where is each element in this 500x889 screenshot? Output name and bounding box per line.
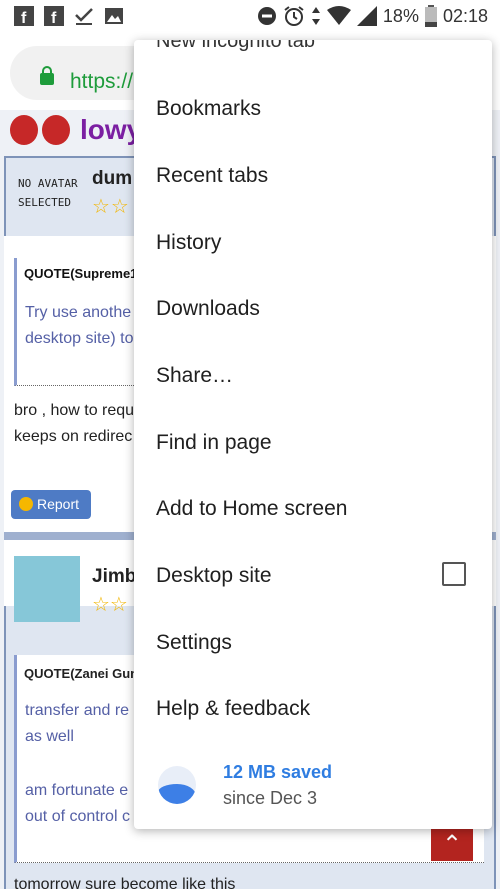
post-text: tomorrow sure become like this [14,876,236,889]
menu-item-label: Desktop site [156,564,272,587]
battery-icon [424,5,437,27]
system-status: 18% 02:18 [257,5,488,27]
wifi-icon [326,6,351,25]
quote-header: QUOTE(Supreme1 [24,266,138,281]
menu-item-recent-tabs[interactable]: Recent tabs [134,142,492,209]
facebook-icon: f [44,6,64,26]
quote-line: as well [25,728,74,745]
scroll-to-top-button[interactable]: ⌃ [431,829,473,861]
image-icon [105,8,123,24]
rank-stars: ☆☆ [92,196,130,218]
menu-item-label: Find in page [156,431,272,454]
url-text[interactable]: https:// [70,70,133,94]
quote-line: transfer and re [25,702,130,719]
facebook-icon: f [14,6,34,26]
menu-item-label: Settings [156,631,232,654]
data-saver-title: 12 MB saved [223,762,333,782]
quote-text: transfer and re as well [25,698,129,750]
data-saver-summary[interactable]: 12 MB saved since Dec 3 [134,752,492,829]
svg-text:f: f [21,10,27,26]
svg-text:f: f [51,10,57,26]
quote-line: out of control c [25,808,130,825]
menu-item-help-feedback[interactable]: Help & feedback [134,675,492,742]
quote-line: desktop site) to [25,330,134,347]
menu-item-label: Bookmarks [156,97,262,120]
warning-icon [19,497,33,511]
quote-text: am fortunate e out of control c [25,778,130,830]
rank-stars: ☆☆ [92,594,128,616]
no-avatar-line2: SELECTED [18,196,71,209]
quote-text: Try use anothe desktop site) to [25,300,134,352]
clock: 02:18 [442,5,488,26]
status-bar: f f 18% 02:18 [0,0,500,36]
menu-item-label: Recent tabs [156,164,269,187]
menu-item-share[interactable]: Share… [134,342,492,409]
site-logo[interactable]: lowy [10,114,142,146]
quote-header: QUOTE(Zanei Gun [24,666,139,681]
menu-item-find-in-page[interactable]: Find in page [134,409,492,476]
report-label: Report [37,496,80,512]
menu-item-settings[interactable]: Settings [134,609,492,676]
avatar[interactable] [14,556,80,622]
menu-item-add-to-home-screen[interactable]: Add to Home screen [134,475,492,542]
menu-item-label: Add to Home screen [156,497,348,520]
logo-text: lowy [80,114,143,145]
post-text: bro , how to requ keeps on redirec [14,398,134,450]
report-button[interactable]: Report [11,490,91,519]
menu-item-history[interactable]: History [134,209,492,276]
signal-icon [356,6,377,26]
desktop-site-checkbox[interactable] [442,562,466,586]
quote-line: Try use anothe [25,304,132,321]
quote-line: am fortunate e [25,782,129,799]
data-saver-subtitle: since Dec 3 [223,788,318,808]
post-username[interactable]: dum [92,168,132,190]
check-download-icon [75,8,93,25]
post-line: keeps on redirec [14,428,133,445]
data-saver-icon [158,766,196,804]
menu-item-label: Downloads [156,297,260,320]
menu-item-new-incognito-tab[interactable]: New incognito tab [156,40,315,53]
notification-icons: f f [14,6,124,26]
menu-item-label: Share… [156,364,234,387]
menu-item-label: Help & feedback [156,697,311,720]
post-line: bro , how to requ [14,402,135,419]
chevron-up-icon: ⌃ [441,831,463,858]
dnd-icon [257,7,276,25]
devil-face-icon [10,115,38,145]
data-arrows-icon [311,7,320,25]
alarm-icon [284,6,304,26]
overflow-menu: New incognito tab Bookmarks Recent tabs … [134,40,492,829]
no-avatar-line1: NO AVATAR [18,177,78,190]
battery-percent: 18% [382,5,419,26]
menu-item-downloads[interactable]: Downloads [134,275,492,342]
devil-face-icon [42,115,70,145]
post-username[interactable]: Jimb [92,566,136,588]
lock-icon [40,66,54,85]
no-avatar-placeholder: NO AVATAR SELECTED [18,174,78,212]
menu-item-label: History [156,231,222,254]
menu-item-bookmarks[interactable]: Bookmarks [134,75,492,142]
menu-item-desktop-site[interactable]: Desktop site [134,542,492,609]
